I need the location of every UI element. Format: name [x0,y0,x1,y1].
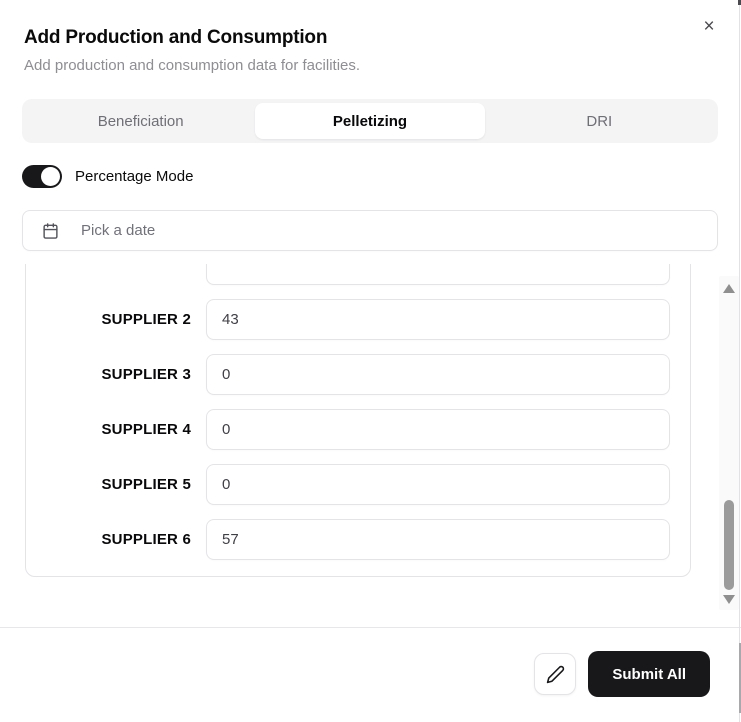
supplier-label: SUPPLIER 3 [101,366,191,383]
submit-all-button[interactable]: Submit All [588,651,710,697]
add-production-consumption-dialog: × Add Production and Consumption Add pro… [0,0,741,722]
supplier-label: SUPPLIER 4 [101,421,191,438]
supplier-2-input[interactable] [206,299,670,340]
supplier-row: SUPPLIER 2 [46,299,670,340]
percentage-mode-row: Percentage Mode [22,164,717,188]
supplier-row: SUPPLIER 3 [46,354,670,395]
supplier-row: SUPPLIER 4 [46,409,670,450]
facility-tabs: Beneficiation Pelletizing DRI [22,99,718,143]
dialog-footer: Submit All [0,627,741,722]
supplier-4-input[interactable] [206,409,670,450]
window-right-edge [739,0,740,722]
tab-pelletizing[interactable]: Pelletizing [255,103,485,139]
supplier-6-input[interactable] [206,519,670,560]
tab-beneficiation[interactable]: Beneficiation [26,103,255,139]
supplier-row: SUPPLIER 5 [46,464,670,505]
dialog-subtitle: Add production and consumption data for … [24,57,361,74]
supplier-3-input[interactable] [206,354,670,395]
calendar-icon [43,222,58,239]
close-icon[interactable]: × [697,15,721,39]
dialog-header: Add Production and Consumption Add produ… [0,0,741,74]
dialog-title: Add Production and Consumption [24,27,328,48]
supplier-5-input[interactable] [206,464,670,505]
supplier-row: SUPPLIER 6 [46,519,670,560]
suppliers-scroll-viewport: SUPPLIER 2 SUPPLIER 3 SUPPLIER 4 SUPPLIE… [25,264,691,610]
scrollbar-thumb[interactable] [724,500,734,590]
date-picker-placeholder: Pick a date [81,222,156,239]
scrollbar-track[interactable] [719,276,739,610]
pencil-icon [546,665,565,683]
tab-dri[interactable]: DRI [485,103,714,139]
scroll-up-icon[interactable] [723,284,735,293]
supplier-1-input[interactable] [206,264,670,285]
scroll-down-icon[interactable] [723,595,735,604]
suppliers-card: SUPPLIER 2 SUPPLIER 3 SUPPLIER 4 SUPPLIE… [25,264,691,577]
supplier-label: SUPPLIER 5 [101,476,191,493]
date-picker-button[interactable]: Pick a date [22,210,718,251]
supplier-row-partial [46,264,670,285]
percentage-mode-label: Percentage Mode [75,167,194,185]
supplier-label: SUPPLIER 2 [101,311,191,328]
toggle-knob [41,166,60,186]
supplier-label: SUPPLIER 6 [101,531,191,548]
edit-button[interactable] [534,653,577,695]
percentage-mode-toggle[interactable] [22,164,62,188]
